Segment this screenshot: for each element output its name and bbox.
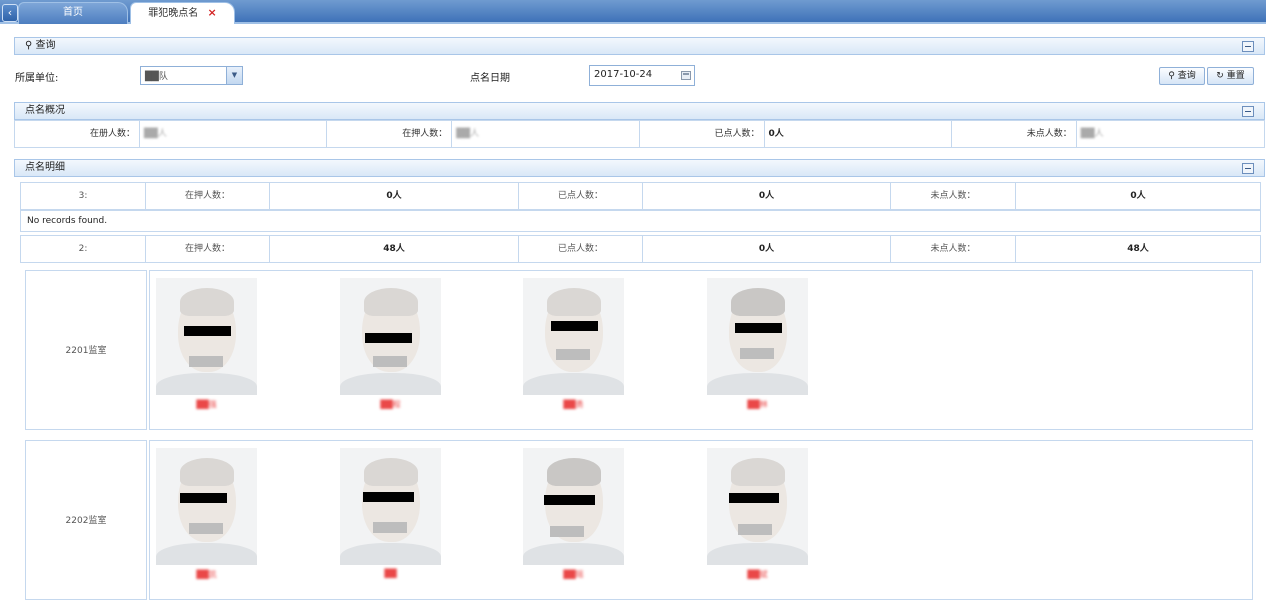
inmate-photo[interactable] — [156, 448, 257, 565]
back-arrow-icon[interactable]: ‹ — [2, 4, 18, 22]
tab-home[interactable]: 首页 — [18, 2, 128, 24]
chevron-down-icon[interactable]: ▼ — [226, 67, 242, 84]
room-photos-2201: ██强 ██程 ██勇 ██林 — [149, 270, 1253, 430]
inmate-name[interactable]: ██程 — [340, 399, 441, 410]
search-button[interactable]: ⚲ 查询 — [1159, 67, 1205, 85]
no-records-message: No records found. — [20, 210, 1261, 232]
unit-label: 所属单位: — [15, 73, 59, 84]
reset-button[interactable]: ↻ 重置 — [1207, 67, 1254, 85]
overview-called-label: 已点人数： — [640, 121, 765, 147]
overview-in-custody: 在押人数： ██人 — [327, 121, 640, 147]
tab-bar: ‹ 首页 罪犯晚点名 × — [0, 0, 1266, 24]
unit-select[interactable]: ██队 ▼ — [140, 66, 243, 85]
overview-uncalled-label: 未点人数： — [952, 121, 1077, 147]
inmate-photo[interactable] — [340, 448, 441, 565]
group-row: 3: 在押人数： 0人 已点人数： 0人 未点人数： 0人 — [20, 182, 1261, 210]
room-label-2201: 2201监室 — [25, 270, 147, 430]
close-icon[interactable]: × — [207, 6, 216, 19]
refresh-icon: ↻ — [1216, 71, 1224, 81]
group-id: 3: — [21, 183, 146, 209]
uncalled-value: 48人 — [1127, 244, 1149, 254]
uncalled-label: 未点人数： — [891, 236, 1016, 262]
inmate-name[interactable]: ██斌 — [707, 569, 808, 580]
overview-in-custody-label: 在押人数： — [327, 121, 453, 147]
called-value: 0人 — [643, 183, 891, 209]
search-icon: ⚲ — [25, 40, 33, 51]
reset-button-label: 重置 — [1226, 71, 1245, 81]
inmate-photo[interactable] — [707, 448, 808, 565]
date-label: 点名日期 — [470, 73, 510, 84]
inmate-photo[interactable] — [523, 278, 624, 395]
unit-select-value: ██队 — [145, 72, 168, 82]
group-id: 2: — [21, 236, 146, 262]
tab-roll-call-label: 罪犯晚点名 — [148, 8, 199, 19]
group-row: 2: 在押人数： 48人 已点人数： 0人 未点人数： 48人 — [20, 235, 1261, 263]
detail-panel-header: 点名明细 — [14, 159, 1265, 177]
inmate-name[interactable]: ██勇 — [523, 399, 624, 410]
tab-home-label: 首页 — [63, 7, 83, 18]
in-custody-label: 在押人数： — [146, 236, 270, 262]
date-input-value: 2017-10-24 — [594, 69, 653, 80]
collapse-detail-button[interactable] — [1242, 163, 1254, 174]
collapse-overview-button[interactable] — [1242, 106, 1254, 117]
in-custody-label: 在押人数： — [146, 183, 270, 209]
in-custody-value: 48人 — [270, 236, 519, 262]
overview-called: 已点人数： 0人 — [640, 121, 952, 147]
inmate-photo[interactable] — [523, 448, 624, 565]
inmate-name[interactable]: ██强 — [156, 399, 257, 410]
inmate-name[interactable]: ██林 — [707, 399, 808, 410]
called-label: 已点人数： — [519, 183, 643, 209]
called-label: 已点人数： — [519, 236, 643, 262]
calendar-icon[interactable] — [681, 71, 691, 80]
overview-in-custody-value: ██人 — [456, 129, 480, 139]
in-custody-value: 0人 — [270, 183, 519, 209]
overview-registered-label: 在册人数： — [15, 121, 140, 147]
overview-uncalled-value: ██人 — [1080, 129, 1104, 139]
inmate-name[interactable]: ██瑶 — [523, 569, 624, 580]
inmate-name[interactable]: ██凯 — [156, 569, 257, 580]
called-value: 0人 — [643, 236, 891, 262]
overview-uncalled: 未点人数： ██人 — [952, 121, 1264, 147]
overview-called-value: 0人 — [768, 129, 784, 139]
inmate-photo[interactable] — [340, 278, 441, 395]
overview-registered-value: ██人 — [144, 129, 167, 139]
overview-registered: 在册人数： ██人 — [15, 121, 328, 147]
collapse-query-button[interactable] — [1242, 41, 1254, 52]
query-panel-header: ⚲ 查询 — [14, 37, 1265, 55]
uncalled-label: 未点人数： — [891, 183, 1016, 209]
detail-panel-title: 点名明细 — [25, 162, 65, 173]
overview-summary: 在册人数： ██人 在押人数： ██人 已点人数： 0人 未点人数： ██人 — [14, 120, 1265, 148]
room-photos-2202: ██凯 ██ ██瑶 ██斌 — [149, 440, 1253, 600]
room-label-2202: 2202监室 — [25, 440, 147, 600]
search-button-label: 查询 — [1177, 71, 1196, 81]
tab-roll-call[interactable]: 罪犯晚点名 × — [130, 2, 235, 24]
search-icon: ⚲ — [1168, 71, 1175, 81]
inmate-photo[interactable] — [707, 278, 808, 395]
overview-panel-title: 点名概况 — [25, 105, 65, 116]
inmate-name[interactable]: ██ — [340, 569, 441, 578]
query-panel-title: 查询 — [35, 40, 56, 51]
uncalled-value: 0人 — [1130, 191, 1146, 201]
date-input[interactable]: 2017-10-24 — [589, 65, 695, 86]
inmate-photo[interactable] — [156, 278, 257, 395]
overview-panel-header: 点名概况 — [14, 102, 1265, 120]
